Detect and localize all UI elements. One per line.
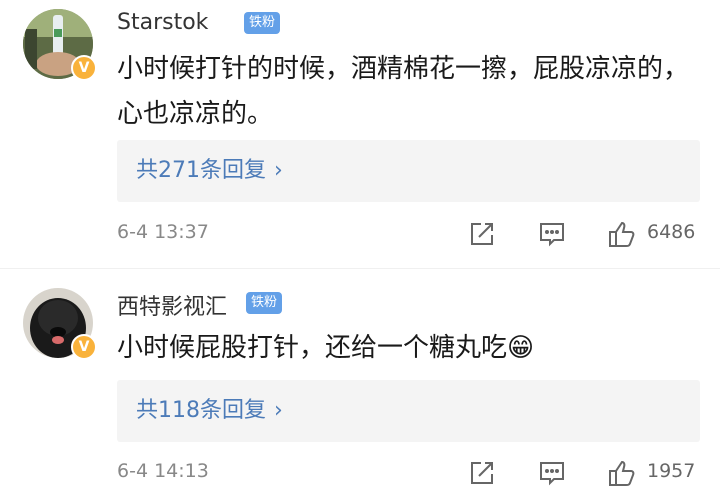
username[interactable]: Starstok [117, 10, 208, 35]
share-icon[interactable] [467, 458, 497, 488]
fan-badge: 铁粉 [246, 292, 283, 314]
replies-label: 共271条回复 [136, 158, 266, 183]
like-icon[interactable] [607, 219, 637, 249]
timestamp: 6-4 13:37 [117, 221, 209, 243]
like-count: 6486 [647, 221, 696, 243]
like-icon[interactable] [607, 458, 637, 488]
like-count: 1957 [647, 460, 696, 482]
comment-text: 小时候屁股打针，还给一个糖丸吃😁 [117, 326, 697, 371]
view-replies-button[interactable]: 共118条回复 › [117, 380, 700, 442]
view-replies-button[interactable]: 共271条回复 › [117, 140, 700, 202]
divider [0, 268, 720, 279]
timestamp: 6-4 14:13 [117, 460, 209, 482]
grin-emoji-icon: 😁 [507, 333, 535, 363]
fan-badge: 铁粉 [244, 12, 281, 34]
verified-badge-icon: V [71, 334, 97, 360]
share-icon[interactable] [467, 219, 497, 249]
chevron-right-icon: › [274, 158, 283, 183]
comment-text-body: 小时候屁股打针，还给一个糖丸吃 [117, 333, 508, 363]
comment-item: V 西特影视汇 铁粉 小时候屁股打针，还给一个糖丸吃😁 共118条回复 › 6-4… [0, 279, 720, 496]
replies-label: 共118条回复 [136, 398, 266, 423]
verified-badge-icon: V [71, 55, 97, 81]
avatar[interactable]: V [23, 288, 97, 360]
comment-text: 小时候打针的时候，酒精棉花一擦，屁股凉凉的，心也凉凉的。 [117, 54, 690, 129]
comment-icon[interactable] [537, 219, 567, 249]
comment-item: V Starstok 铁粉 小时候打针的时候，酒精棉花一擦，屁股凉凉的，心也凉凉… [0, 0, 720, 268]
username[interactable]: 西特影视汇 [117, 289, 227, 321]
comment-meta: 6-4 14:13 1957 [117, 458, 702, 488]
avatar[interactable]: V [23, 9, 97, 81]
chevron-right-icon: › [274, 398, 283, 423]
comment-icon[interactable] [537, 458, 567, 488]
comment-meta: 6-4 13:37 6486 [117, 219, 702, 249]
